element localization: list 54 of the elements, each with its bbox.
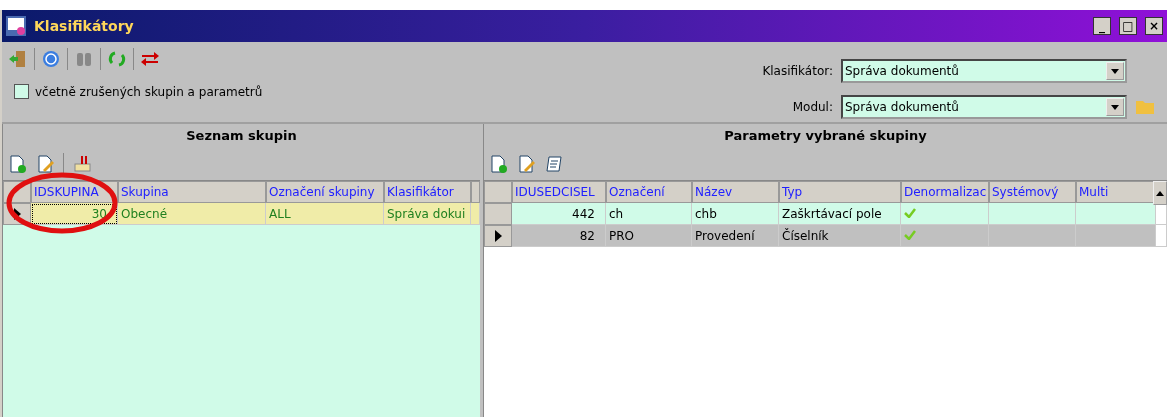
table-cell: 82 [512,225,606,247]
header-filler [471,181,480,203]
table-cell [1156,203,1167,225]
window-title: Klasifikátory [34,18,135,34]
table-cell: ch [606,203,692,225]
field-label: Klasifikátor: [762,64,833,78]
panel-title: Seznam skupin [185,127,298,145]
column-header[interactable]: Skupina [118,181,266,203]
panel-title: Parametry vybrané skupiny [723,127,928,145]
column-header[interactable]: Označení [606,181,692,203]
table-cell: 30 [31,203,118,225]
close-button[interactable]: × [1145,17,1163,35]
edit-document-icon[interactable] [516,154,536,174]
column-header[interactable]: Multi [1076,181,1156,203]
table-cell: 442 [512,203,606,225]
table-cell: ALL [266,203,384,225]
column-header[interactable]: Klasifikátor [384,181,471,203]
current-row-icon [494,230,502,242]
swap-arrows-icon[interactable] [140,49,160,69]
up-arrow-icon [1156,190,1164,196]
column-header[interactable]: Označení skupiny [266,181,384,203]
scroll-up-button[interactable] [1153,181,1167,205]
app-logo-icon [6,16,26,36]
edit-document-icon[interactable] [35,154,55,174]
column-header[interactable]: Název [692,181,779,203]
table-cell: chb [692,203,779,225]
table-cell: Provedení [692,225,779,247]
table-cell: Obecné [118,203,266,225]
check-icon [904,230,916,240]
table-cell: PRO [606,225,692,247]
include-cancelled-checkbox[interactable]: včetně zrušených skupin a parametrů [14,84,263,99]
table-cell: Číselník [779,225,901,247]
check-icon [904,208,916,218]
table-cell [471,203,480,225]
table-cell: Zaškrtávací pole [779,203,901,225]
scroll-list-icon[interactable] [544,154,564,174]
field-label: Modul: [791,100,833,114]
select-field[interactable]: Správa dokumentů [841,59,1127,83]
column-header[interactable]: IDSKUPINA [31,181,118,203]
column-header[interactable]: Systémový [989,181,1076,203]
help-icon[interactable] [41,49,61,69]
column-header[interactable]: Typ [779,181,901,203]
dropdown-arrow-icon [1111,68,1119,74]
maximize-button[interactable]: □ [1119,17,1137,35]
current-row-icon [13,208,21,220]
row-indicator[interactable] [484,225,512,247]
new-document-icon[interactable] [7,154,27,174]
dropdown-arrow-icon [1111,104,1119,110]
new-document-icon[interactable] [488,154,508,174]
table-cell: Správa dokui [384,203,471,225]
minimize-button[interactable]: _ [1093,17,1111,35]
column-header[interactable]: IDUSEDCISEL [512,181,606,203]
column-header[interactable]: Denormalizac [901,181,989,203]
select-field[interactable]: Správa dokumentů [841,95,1127,119]
